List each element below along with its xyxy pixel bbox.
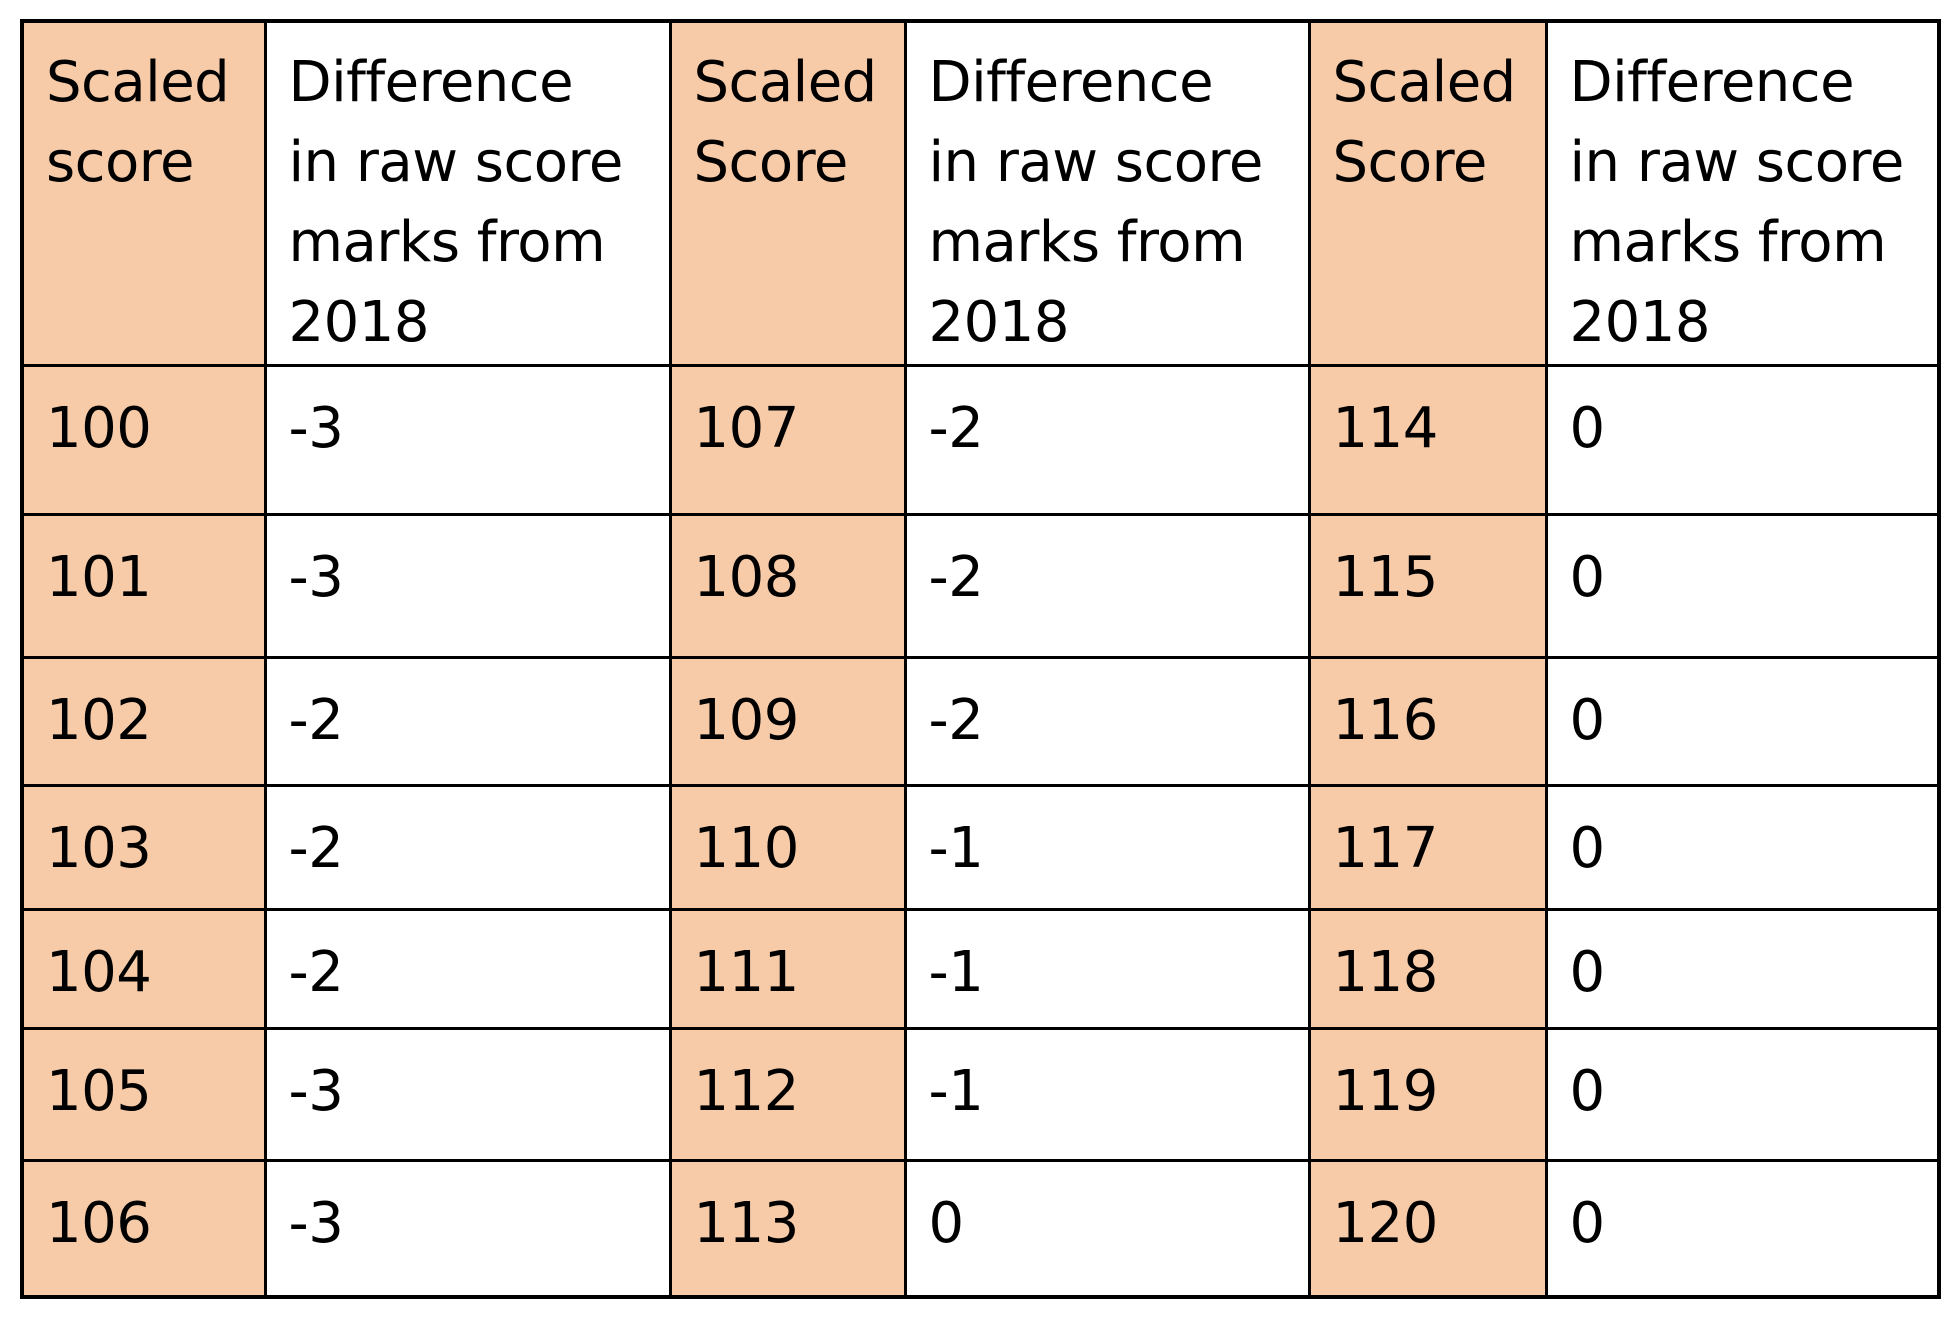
table-row: 106 -3 113 0 120 0: [20, 1158, 1941, 1299]
scaled-score-cell: 120: [1307, 1158, 1548, 1299]
scaled-score-cell: 103: [20, 783, 267, 911]
table-row: 100 -3 107 -2 114 0: [20, 363, 1941, 516]
scaled-score-cell: 111: [668, 907, 907, 1030]
difference-cell: -3: [263, 1158, 672, 1299]
table-row: 101 -3 108 -2 115 0: [20, 512, 1941, 659]
header-difference-1: Difference in raw score marks from 2018: [263, 19, 672, 367]
scaled-score-cell: 107: [668, 363, 907, 516]
scaled-score-cell: 106: [20, 1158, 267, 1299]
header-difference-3: Difference in raw score marks from 2018: [1544, 19, 1941, 367]
difference-cell: -3: [263, 363, 672, 516]
difference-cell: 0: [1544, 655, 1941, 787]
difference-cell: -2: [263, 655, 672, 787]
scaled-score-difference-table: Scaled score Difference in raw score mar…: [20, 19, 1941, 1299]
difference-cell: -2: [903, 655, 1311, 787]
difference-cell: -1: [903, 1026, 1311, 1162]
difference-cell: 0: [1544, 1158, 1941, 1299]
scaled-score-cell: 117: [1307, 783, 1548, 911]
difference-cell: 0: [1544, 907, 1941, 1030]
header-row: Scaled score Difference in raw score mar…: [20, 19, 1941, 367]
scaled-score-cell: 118: [1307, 907, 1548, 1030]
header-scaled-score-3: Scaled Score: [1307, 19, 1548, 367]
difference-cell: -3: [263, 1026, 672, 1162]
table-row: 103 -2 110 -1 117 0: [20, 783, 1941, 911]
scaled-score-cell: 114: [1307, 363, 1548, 516]
difference-cell: 0: [903, 1158, 1311, 1299]
scaled-score-cell: 101: [20, 512, 267, 659]
scaled-score-cell: 110: [668, 783, 907, 911]
difference-cell: 0: [1544, 783, 1941, 911]
difference-cell: 0: [1544, 1026, 1941, 1162]
scaled-score-cell: 116: [1307, 655, 1548, 787]
difference-cell: -2: [263, 907, 672, 1030]
scaled-score-cell: 119: [1307, 1026, 1548, 1162]
scaled-score-cell: 109: [668, 655, 907, 787]
scaled-score-cell: 100: [20, 363, 267, 516]
difference-cell: -2: [903, 512, 1311, 659]
table-row: 104 -2 111 -1 118 0: [20, 907, 1941, 1030]
table-row: 102 -2 109 -2 116 0: [20, 655, 1941, 787]
scaled-score-cell: 113: [668, 1158, 907, 1299]
scaled-score-cell: 105: [20, 1026, 267, 1162]
scaled-score-cell: 102: [20, 655, 267, 787]
scaled-score-cell: 108: [668, 512, 907, 659]
header-difference-2: Difference in raw score marks from 2018: [903, 19, 1311, 367]
difference-cell: -1: [903, 783, 1311, 911]
header-scaled-score-2: Scaled Score: [668, 19, 907, 367]
difference-cell: -1: [903, 907, 1311, 1030]
difference-cell: 0: [1544, 363, 1941, 516]
scaled-score-cell: 115: [1307, 512, 1548, 659]
scaled-score-cell: 104: [20, 907, 267, 1030]
scaled-score-cell: 112: [668, 1026, 907, 1162]
difference-cell: -2: [263, 783, 672, 911]
header-scaled-score-1: Scaled score: [20, 19, 267, 367]
difference-cell: 0: [1544, 512, 1941, 659]
difference-cell: -2: [903, 363, 1311, 516]
table-row: 105 -3 112 -1 119 0: [20, 1026, 1941, 1162]
difference-cell: -3: [263, 512, 672, 659]
